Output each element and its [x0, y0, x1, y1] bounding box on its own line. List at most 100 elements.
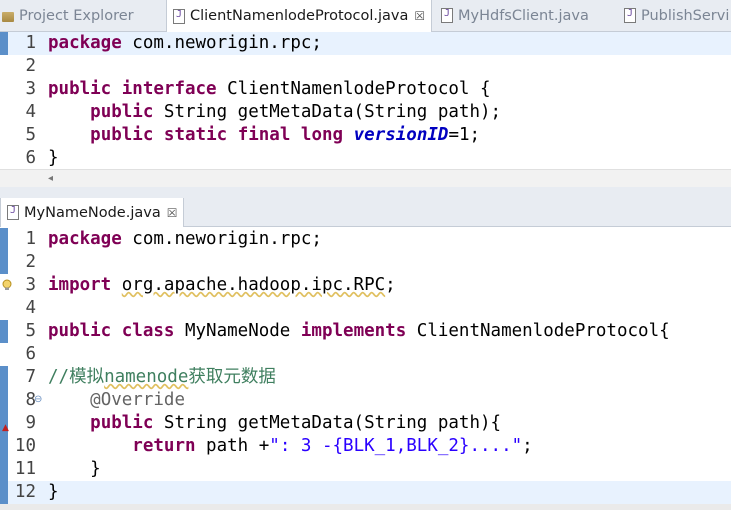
- keyword-token: class: [121, 321, 175, 341]
- code-text: public interface ClientNamenlodeProtocol…: [48, 78, 491, 101]
- tab-label: ClientNamenlodeProtocol.java: [190, 8, 409, 24]
- line-number: 1: [25, 33, 36, 53]
- code-text: public String getMetaData(String path);: [48, 101, 501, 124]
- horizontal-scrollbar[interactable]: ◂: [0, 169, 731, 188]
- code-token: ClientNamenlodeProtocol {: [216, 79, 491, 99]
- java-file-icon: [441, 8, 453, 23]
- close-icon[interactable]: ☒: [414, 9, 425, 23]
- code-text: public class MyNameNode implements Clien…: [48, 320, 670, 343]
- code-text: @Override: [48, 389, 185, 412]
- gutter-marker: [0, 320, 8, 343]
- java-file-icon: [624, 8, 636, 23]
- code-line: 12 }: [0, 481, 731, 504]
- tab-publish-service[interactable]: PublishServi: [624, 0, 729, 31]
- line-number: 6: [25, 344, 36, 364]
- tab-label: PublishServi: [641, 7, 730, 24]
- keyword-token: final: [237, 125, 291, 145]
- fold-toggle-icon[interactable]: ⊖: [34, 394, 42, 405]
- comment-token: namenode: [104, 367, 189, 387]
- code-text: return path +": 3 -{BLK_1,BLK_2}....";: [48, 435, 533, 458]
- code-token: }: [48, 148, 59, 168]
- keyword-token: public: [48, 321, 112, 341]
- code-token: com.neworigin.rpc;: [121, 229, 322, 249]
- code-token: String getMetaData(String path){: [153, 413, 502, 433]
- tab-client-namenlode-protocol[interactable]: ClientNamenlodeProtocol.java ☒: [166, 0, 433, 32]
- code-text: //模拟namenode获取元数据: [48, 366, 276, 389]
- code-line: 10 return path +": 3 -{BLK_1,BLK_2}...."…: [0, 435, 731, 458]
- code-line: 2: [0, 55, 731, 78]
- code-text: package com.neworigin.rpc;: [48, 32, 322, 55]
- keyword-token: public: [90, 102, 154, 122]
- line-number: 2: [25, 252, 36, 272]
- code-token: }: [48, 482, 59, 502]
- gutter-marker: [0, 458, 8, 481]
- code-line: 3 public interface ClientNamenlodeProtoc…: [0, 78, 731, 101]
- keyword-token: public: [90, 125, 154, 145]
- line-number: 3: [25, 79, 36, 99]
- code-text: }: [48, 481, 59, 504]
- line-number: 12: [14, 482, 36, 502]
- tab-my-hdfs-client[interactable]: MyHdfsClient.java: [441, 0, 589, 31]
- line-number: 8: [25, 390, 36, 410]
- keyword-token: implements: [300, 321, 407, 341]
- code-line: 4 public String getMetaData(String path)…: [0, 101, 731, 124]
- code-token: path: [437, 102, 481, 122]
- keyword-token: return: [132, 436, 196, 456]
- keyword-token: package: [48, 229, 122, 249]
- close-icon[interactable]: ☒: [167, 206, 178, 220]
- scroll-left-icon[interactable]: ◂: [48, 173, 53, 184]
- code-line: 8 ⊖ @Override: [0, 389, 731, 412]
- gutter-marker: [0, 435, 8, 458]
- code-line: 5 public class MyNameNode implements Cli…: [0, 320, 731, 343]
- code-text: public String getMetaData(String path){: [48, 412, 501, 435]
- code-line: 2: [0, 251, 731, 274]
- code-line: 5 public static final long versionID=1;: [0, 124, 731, 147]
- comment-token: 获取元数据: [188, 367, 276, 387]
- tab-my-name-node[interactable]: MyNameNode.java ☒: [0, 198, 185, 227]
- keyword-token: import: [48, 275, 112, 295]
- code-line: 7 //模拟namenode获取元数据: [0, 366, 731, 389]
- code-line: 1 package com.neworigin.rpc;: [0, 32, 731, 55]
- code-token: =1;: [448, 125, 481, 145]
- gutter-marker: [0, 481, 8, 504]
- code-text: public static final long versionID=1;: [48, 124, 480, 147]
- code-token: ClientNamenlodeProtocol{: [406, 321, 670, 341]
- code-token: ;: [522, 436, 533, 456]
- code-token: ;: [385, 275, 396, 295]
- code-line: 1 package com.neworigin.rpc;: [0, 228, 731, 251]
- gutter-marker: [0, 366, 8, 389]
- tab-label: MyHdfsClient.java: [458, 7, 589, 24]
- tab-label: MyNameNode.java: [24, 204, 161, 221]
- code-line: 3 import org.apache.hadoop.ipc.RPC;: [0, 274, 731, 297]
- code-token: MyNameNode: [174, 321, 301, 341]
- code-text: }: [48, 458, 101, 481]
- keyword-token: package: [48, 33, 122, 53]
- gutter-marker: [0, 251, 8, 274]
- code-token: );: [480, 102, 502, 122]
- keyword-token: interface: [121, 79, 217, 99]
- code-line: 6 }: [0, 147, 731, 170]
- line-number: 5: [25, 321, 36, 341]
- bottom-editor-tab-bar: MyNameNode.java ☒: [0, 198, 731, 227]
- comment-token: //模拟: [48, 367, 105, 387]
- tab-project-explorer[interactable]: Project Explorer: [2, 0, 134, 31]
- java-file-icon: [7, 205, 19, 220]
- keyword-token: public: [48, 79, 112, 99]
- line-number: 10: [14, 436, 36, 456]
- line-number: 7: [25, 367, 36, 387]
- code-line: ▲ 9 public String getMetaData(String pat…: [0, 412, 731, 435]
- code-token: com.neworigin.rpc;: [121, 33, 322, 53]
- bottom-code-editor[interactable]: 1 package com.neworigin.rpc; 2 3 import …: [0, 227, 731, 510]
- editor-splitter[interactable]: [0, 187, 731, 198]
- code-text: package com.neworigin.rpc;: [48, 228, 322, 251]
- top-code-editor[interactable]: 1 package com.neworigin.rpc; 2 3 public …: [0, 32, 731, 187]
- annotation-token: @Override: [90, 390, 185, 410]
